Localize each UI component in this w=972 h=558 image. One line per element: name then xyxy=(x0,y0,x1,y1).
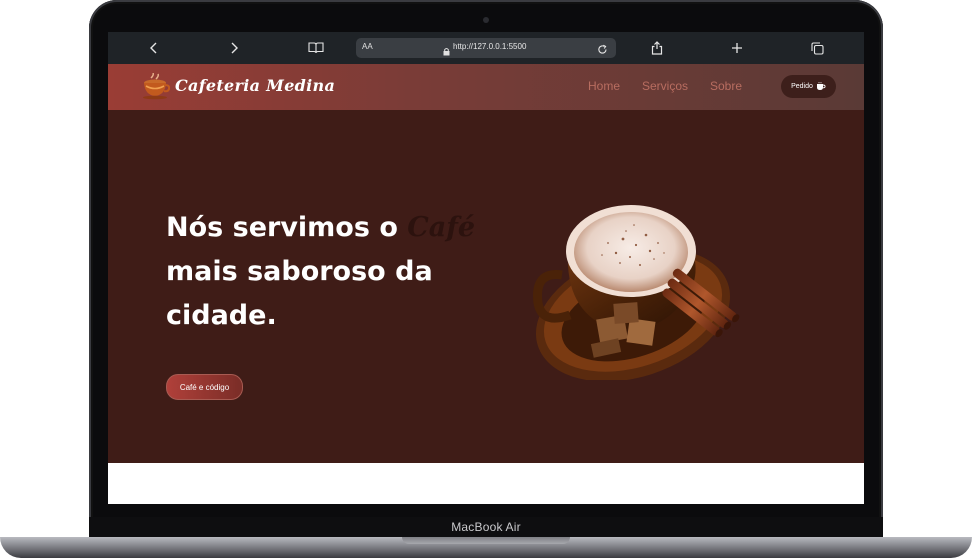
text-size-button[interactable]: AA xyxy=(362,42,373,51)
site-navbar: Cafeteria Medina Home Serviços Sobre Ped… xyxy=(108,64,864,110)
website: Cafeteria Medina Home Serviços Sobre Ped… xyxy=(108,64,864,504)
new-tab-icon[interactable] xyxy=(723,32,751,64)
screen: AA http://127.0.0.1:5500 Cafeteria Medin… xyxy=(108,32,864,504)
browser-toolbar: AA http://127.0.0.1:5500 xyxy=(108,32,864,64)
cta-button-label: Café e código xyxy=(179,382,230,392)
address-bar[interactable]: AA http://127.0.0.1:5500 xyxy=(356,38,616,58)
device-label: MacBook Air xyxy=(451,520,521,534)
coffee-cup-logo-icon[interactable] xyxy=(142,72,171,101)
back-icon[interactable] xyxy=(140,32,168,64)
laptop-base-notch xyxy=(402,537,570,544)
nav-link-servicos[interactable]: Serviços xyxy=(642,79,688,93)
cta-button[interactable]: Café e código xyxy=(166,374,243,400)
forward-icon[interactable] xyxy=(220,32,248,64)
reload-icon[interactable] xyxy=(597,42,608,60)
hero-line1-prefix: Nós servimos o xyxy=(166,212,408,243)
share-icon[interactable] xyxy=(643,32,671,64)
lock-icon xyxy=(443,43,450,61)
next-section xyxy=(108,463,864,504)
url-text: http://127.0.0.1:5500 xyxy=(453,42,527,51)
nav-link-home[interactable]: Home xyxy=(588,79,620,93)
hero-line3: cidade. xyxy=(166,300,277,331)
camera-dot xyxy=(483,17,489,23)
hero-line2: mais saboroso da xyxy=(166,256,433,287)
coffee-cup-icon xyxy=(816,82,826,90)
brand-name[interactable]: Cafeteria Medina xyxy=(175,76,335,95)
hero-accent-word: Café xyxy=(407,212,476,243)
hero-section: Nós servimos o Café mais saboroso da cid… xyxy=(108,110,864,463)
laptop-frame: AA http://127.0.0.1:5500 Cafeteria Medin… xyxy=(0,0,972,558)
bookmarks-icon[interactable] xyxy=(302,32,330,64)
nav-link-sobre[interactable]: Sobre xyxy=(710,79,742,93)
hero-headline: Nós servimos o Café mais saboroso da cid… xyxy=(166,206,496,338)
order-button[interactable]: Pedido xyxy=(781,75,836,98)
order-button-label: Pedido xyxy=(791,83,813,90)
coffee-cup-image xyxy=(528,195,768,382)
tabs-icon[interactable] xyxy=(803,32,831,64)
